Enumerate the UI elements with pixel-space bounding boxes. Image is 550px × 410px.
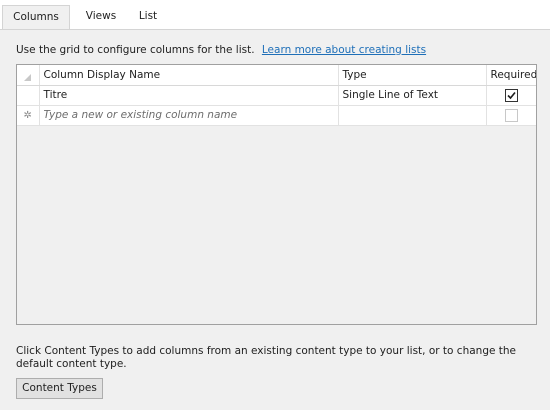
columns-grid[interactable]: Column Display Name Type Required Titre … <box>16 64 537 325</box>
header-corner-triangle-icon <box>24 73 32 81</box>
new-column-type-cell[interactable] <box>338 105 487 126</box>
new-column-row[interactable]: ✲ Type a new or existing column name <box>17 105 536 126</box>
select-all-cell[interactable] <box>17 65 40 86</box>
new-required-cell <box>486 105 536 126</box>
new-row-star-icon: ✲ <box>23 110 32 121</box>
columns-table: Column Display Name Type Required Titre … <box>17 65 536 126</box>
required-checkbox[interactable] <box>504 88 518 102</box>
new-column-name-input[interactable]: Type a new or existing column name <box>39 105 339 126</box>
checkmark-icon <box>507 91 516 99</box>
column-name-cell[interactable]: Titre <box>39 85 339 106</box>
required-cell <box>486 85 536 106</box>
column-type-cell[interactable]: Single Line of Text <box>338 85 487 106</box>
grid-header-row: Column Display Name Type Required <box>17 65 536 86</box>
intro-line: Use the grid to configure columns for th… <box>16 44 426 56</box>
new-required-checkbox[interactable] <box>504 108 518 122</box>
new-row-header-cell: ✲ <box>17 105 40 126</box>
intro-text: Use the grid to configure columns for th… <box>16 44 255 56</box>
header-required[interactable]: Required <box>486 65 536 86</box>
content-types-note: Click Content Types to add columns from … <box>16 345 517 370</box>
header-type[interactable]: Type <box>338 65 487 86</box>
tab-list[interactable]: List <box>128 5 168 30</box>
content-types-button[interactable]: Content Types <box>16 378 103 399</box>
tab-bar: Columns Views List <box>0 0 550 30</box>
tab-columns[interactable]: Columns <box>2 5 70 30</box>
row-header-cell[interactable] <box>17 85 40 106</box>
header-column-display-name[interactable]: Column Display Name <box>39 65 339 86</box>
learn-more-link[interactable]: Learn more about creating lists <box>262 44 426 56</box>
tab-views[interactable]: Views <box>76 5 126 30</box>
table-row[interactable]: Titre Single Line of Text <box>17 85 536 106</box>
